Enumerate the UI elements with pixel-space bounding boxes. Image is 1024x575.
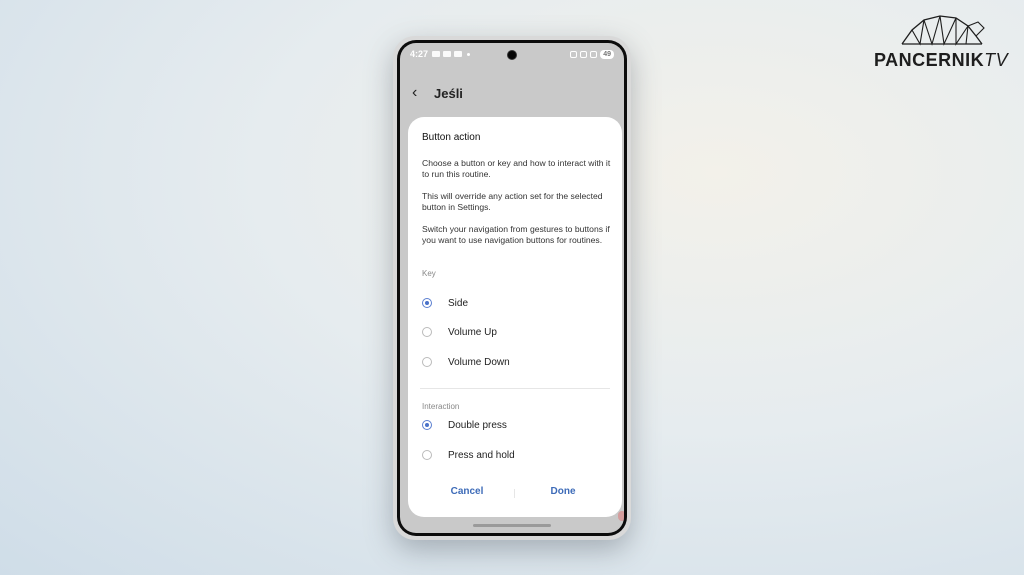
key-option-volume-down[interactable]: Volume Down [422, 355, 510, 369]
gesture-nav-bar[interactable] [473, 524, 551, 527]
radio-selected-icon[interactable] [422, 298, 432, 308]
app-bar-title: Jeśli [434, 85, 463, 101]
battery-icon: 49 [600, 49, 614, 59]
option-label: Side [448, 297, 469, 309]
status-icons: 49 [570, 49, 614, 59]
notification-icon [432, 51, 441, 57]
signal-icon [590, 50, 598, 58]
front-camera [507, 50, 517, 60]
notification-icon [443, 51, 452, 57]
option-label: Double press [448, 419, 507, 431]
key-option-volume-up[interactable]: Volume Up [422, 325, 497, 339]
button-separator [514, 489, 515, 498]
mute-icon [570, 50, 578, 58]
button-action-dialog: Button action Choose a button or key and… [408, 117, 622, 517]
edge-panel-handle[interactable] [618, 511, 624, 521]
key-section-label: Key [422, 269, 436, 278]
phone-bezel: 4:27 49 ‹ Jeśli Button action Choose a b… [397, 40, 627, 536]
interaction-option-press-and-hold[interactable]: Press and hold [422, 448, 515, 462]
status-time: 4:27 [410, 49, 429, 59]
dialog-description-1: Choose a button or key and how to intera… [422, 158, 611, 179]
wifi-icon [580, 50, 588, 58]
key-option-side[interactable]: Side [422, 296, 468, 310]
option-label: Volume Down [448, 356, 510, 368]
dialog-title: Button action [422, 132, 481, 143]
dialog-description-2: This will override any action set for th… [422, 191, 603, 212]
radio-unselected-icon[interactable] [422, 327, 432, 337]
radio-unselected-icon[interactable] [422, 450, 432, 460]
logo-brand-text: PANCERNIK [874, 50, 985, 70]
option-label: Volume Up [448, 326, 497, 338]
phone-screen: 4:27 49 ‹ Jeśli Button action Choose a b… [400, 43, 624, 533]
back-arrow-icon[interactable]: ‹ [412, 84, 432, 102]
radio-unselected-icon[interactable] [422, 357, 432, 367]
interaction-section-label: Interaction [422, 402, 460, 411]
section-divider [420, 388, 610, 389]
dialog-description-3: Switch your navigation from gestures to … [422, 224, 610, 245]
armadillo-logo-icon [901, 15, 985, 46]
phone-frame: 4:27 49 ‹ Jeśli Button action Choose a b… [393, 36, 631, 540]
interaction-option-double-press[interactable]: Double press [422, 418, 507, 432]
pancernik-tv-logo: PANCERNIKTV [872, 14, 1012, 70]
option-label: Press and hold [448, 449, 515, 461]
radio-selected-icon[interactable] [422, 420, 432, 430]
notification-icon [454, 51, 463, 57]
logo-suffix-text: TV [984, 50, 1009, 70]
cancel-button[interactable]: Cancel [427, 486, 507, 497]
done-button[interactable]: Done [523, 486, 603, 497]
app-bar: ‹ Jeśli [412, 83, 463, 103]
more-notifications-icon [467, 52, 471, 56]
